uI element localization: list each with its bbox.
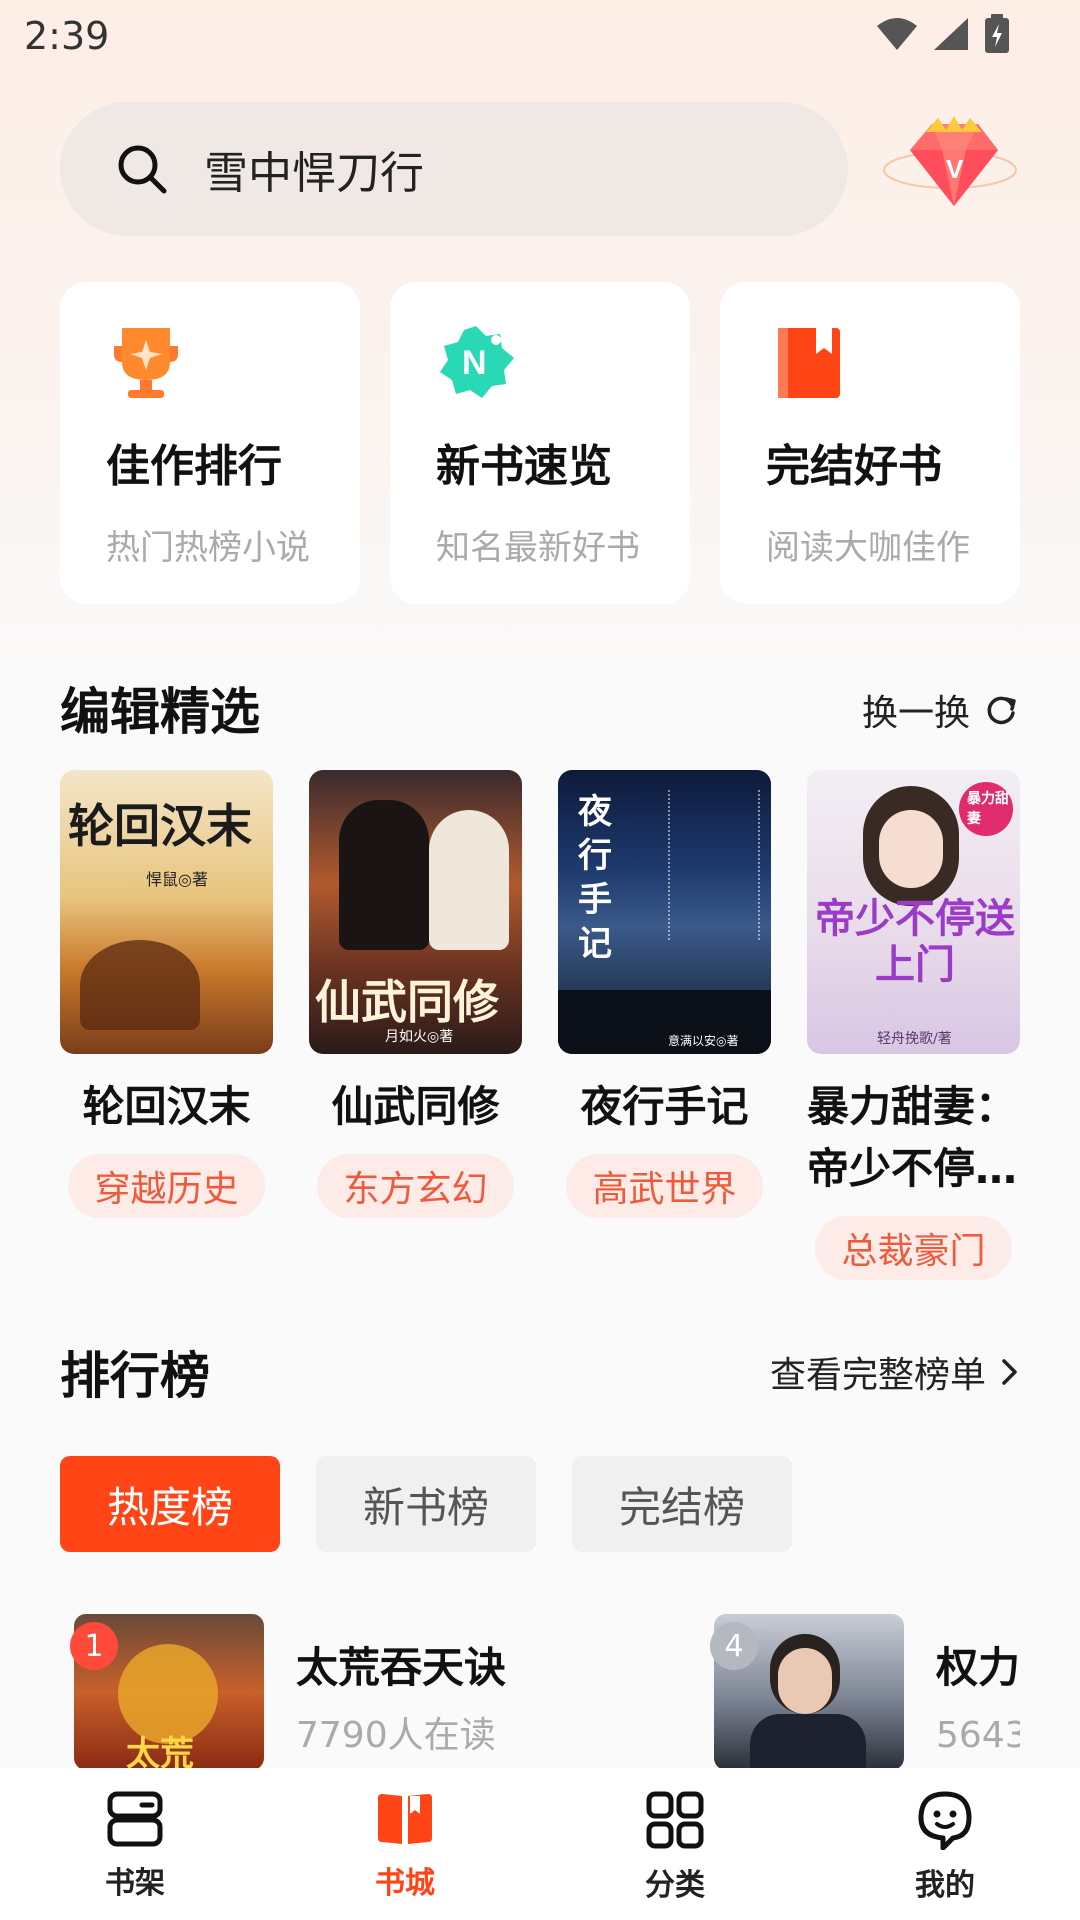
feature-card-ranking[interactable]: 佳作排行 热门热榜小说 (60, 282, 360, 604)
signal-icon (934, 18, 968, 50)
search-icon (118, 145, 167, 194)
status-bar: 2:39 (0, 0, 1080, 72)
wifi-icon (877, 18, 917, 50)
feature-card-title: 新书速览 (436, 441, 612, 492)
book-tag[interactable]: 高武世界 (566, 1154, 763, 1218)
feature-card-title: 佳作排行 (106, 441, 282, 492)
tab-completed-ranking[interactable]: 完结榜 (572, 1456, 792, 1552)
nav-item-category[interactable]: 分类 (540, 1768, 810, 1920)
book-card[interactable]: 夜行手记 意满以安◎著 夜行手记 高武世界 (558, 770, 771, 1280)
category-grid-icon (646, 1791, 704, 1849)
feature-card-new-books[interactable]: N 新书速览 知名最新好书 (390, 282, 690, 604)
book-card[interactable]: 仙武同修 月如火◎著 仙武同修 东方玄幻 (309, 770, 522, 1280)
refresh-label: 换一换 (861, 693, 970, 734)
ranking-book-title: 太荒吞天诀 (296, 1643, 507, 1692)
svg-text:N: N (462, 344, 487, 382)
book-cover-badge: 暴力甜妻 (959, 782, 1013, 836)
book-cover-author: 意满以安◎著 (668, 1034, 739, 1048)
tab-new-ranking[interactable]: 新书榜 (316, 1456, 536, 1552)
book-title: 夜行手记 (580, 1082, 749, 1131)
search-query[interactable]: 雪中悍刀行 (204, 137, 424, 201)
book-cover[interactable]: 暴力甜妻 帝少不停送上门 轻舟挽歌/著 (807, 770, 1020, 1054)
status-time: 2:39 (24, 14, 110, 58)
feature-card-subtitle: 热门热榜小说 (106, 528, 310, 568)
book-title: 暴力甜妻：帝少不停… (807, 1082, 1018, 1193)
editor-picks-title: 编辑精选 (60, 683, 260, 741)
nav-label: 书城 (375, 1866, 435, 1901)
feature-card-title: 完结好书 (766, 441, 942, 492)
book-tag[interactable]: 总裁豪门 (815, 1216, 1012, 1280)
book-title: 轮回汉末 (82, 1082, 251, 1131)
bookstore-icon (378, 1794, 432, 1844)
profile-icon (918, 1791, 972, 1850)
book-cover[interactable]: 轮回汉末 悍鼠◎著 (60, 770, 273, 1054)
ranking-readers: 7790人在读 (296, 1715, 496, 1756)
feature-card-subtitle: 知名最新好书 (436, 528, 640, 568)
ranking-title: 排行榜 (60, 1347, 210, 1405)
feature-card-subtitle: 阅读大咖佳作 (766, 528, 970, 568)
bookmark-book-icon (778, 328, 840, 398)
battery-icon (985, 14, 1009, 53)
book-cover-author: 轻舟挽歌/著 (877, 1031, 952, 1047)
book-cover[interactable]: 仙武同修 月如火◎著 (309, 770, 522, 1054)
nav-item-bookshelf[interactable]: 书架 (0, 1768, 270, 1920)
book-cover[interactable]: 夜行手记 意满以安◎著 (558, 770, 771, 1054)
bottom-nav: 书架 书城 分类 我的 (0, 1768, 1080, 1920)
book-card[interactable]: 轮回汉末 悍鼠◎著 轮回汉末 穿越历史 (60, 770, 273, 1280)
book-card[interactable]: 暴力甜妻 帝少不停送上门 轻舟挽歌/著 暴力甜妻：帝少不停… 总裁豪门 (807, 770, 1020, 1280)
refresh-button[interactable]: 换一换 (862, 684, 1018, 736)
book-cover-title: 夜行手记 (578, 792, 612, 964)
ranking-book-title: 权力巅峰 (936, 1643, 1020, 1692)
tab-hot-ranking[interactable]: 热度榜 (60, 1456, 280, 1552)
book-cover-author: 悍鼠◎著 (146, 870, 208, 889)
book-title: 仙武同修 (331, 1082, 500, 1131)
ranking-item[interactable]: 4 权力巅峰 5643人在读 (700, 1614, 1020, 1770)
nav-label: 分类 (645, 1868, 705, 1903)
new-badge-icon: N (440, 326, 514, 398)
book-tag[interactable]: 穿越历史 (68, 1154, 265, 1218)
ranking-item[interactable]: 太荒 1 太荒吞天诀 7790人在读 (60, 1614, 640, 1770)
nav-label: 书架 (105, 1866, 165, 1901)
book-tag[interactable]: 东方玄幻 (317, 1154, 514, 1218)
view-full-ranking-link[interactable]: 查看完整榜单 (770, 1346, 1020, 1398)
book-cover-title: 帝少不停送上门 (815, 895, 1015, 988)
ranking-readers: 5643人在读 (936, 1715, 1020, 1756)
svg-text:V: V (946, 154, 964, 184)
rank-badge: 4 (710, 1622, 758, 1670)
nav-item-profile[interactable]: 我的 (810, 1768, 1080, 1920)
view-full-ranking-label: 查看完整榜单 (769, 1355, 986, 1396)
nav-item-bookstore[interactable]: 书城 (270, 1768, 540, 1920)
feature-card-completed[interactable]: 完结好书 阅读大咖佳作 (720, 282, 1020, 604)
nav-label: 我的 (915, 1868, 975, 1903)
search-bar[interactable]: 雪中悍刀行 (60, 102, 848, 236)
book-cover-title: 轮回汉末 (68, 799, 252, 853)
book-cover-title: 仙武同修 (315, 975, 499, 1029)
vip-diamond-icon[interactable]: V (880, 110, 1020, 230)
book-cover-author: 月如火◎著 (385, 1029, 454, 1045)
chevron-right-icon (1002, 1359, 1017, 1385)
rank-badge: 1 (70, 1622, 118, 1670)
ranking-cover-title: 太荒 (126, 1734, 194, 1770)
bookshelf-icon (107, 1791, 163, 1847)
trophy-icon (114, 328, 178, 398)
refresh-icon (987, 696, 1016, 725)
